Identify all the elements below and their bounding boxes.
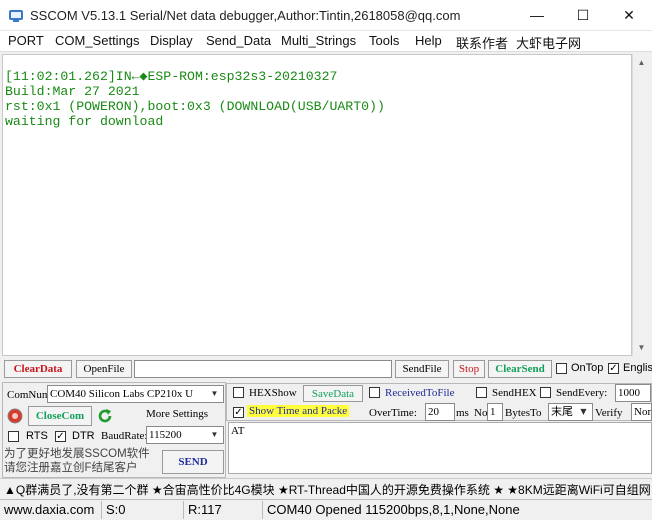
- ad-ticker[interactable]: ▲Q群满员了,没有第二个群 ★合宙高性价比4G模块 ★RT-Thread中国人的…: [0, 478, 652, 498]
- bytes-to-label: BytesTo: [505, 407, 542, 419]
- rts-label: RTS: [26, 430, 48, 442]
- verify-select[interactable]: None: [631, 403, 652, 421]
- com-port-value: COM40 Silicon Labs CP210x U: [50, 388, 194, 400]
- received-to-file-checkbox[interactable]: [369, 387, 380, 398]
- terminal-line: waiting for download: [5, 114, 164, 129]
- baudrate-label: BaudRate:: [101, 430, 148, 442]
- file-path-input[interactable]: [134, 360, 392, 378]
- dtr-checkbox[interactable]: ✓: [55, 431, 66, 442]
- english-label: English: [623, 362, 652, 374]
- stop-button[interactable]: Stop: [453, 360, 485, 378]
- menu-multi-strings[interactable]: Multi_Strings: [281, 33, 356, 48]
- verify-label: Verify: [595, 407, 623, 419]
- status-receive-count: R:117: [188, 502, 222, 517]
- scroll-down-icon[interactable]: ▼: [633, 339, 650, 356]
- chevron-down-icon: ▼: [210, 430, 219, 439]
- refresh-icon[interactable]: [96, 407, 114, 425]
- menu-com-settings[interactable]: COM_Settings: [55, 33, 140, 48]
- menu-display[interactable]: Display: [150, 33, 193, 48]
- maximize-icon: ☐: [576, 6, 590, 23]
- menu-send-data[interactable]: Send_Data: [206, 33, 271, 48]
- ontop-label: OnTop: [571, 362, 604, 374]
- terminal-line: Build:Mar 27 2021: [5, 84, 140, 99]
- menu-tools[interactable]: Tools: [369, 33, 399, 48]
- overtime-label: OverTime:: [369, 407, 417, 419]
- rts-checkbox[interactable]: [8, 431, 19, 442]
- close-button[interactable]: ✕: [606, 0, 652, 30]
- vertical-scrollbar[interactable]: ▲ ▼: [632, 54, 649, 356]
- menu-contact-author[interactable]: 联系作者: [456, 33, 508, 52]
- menu-bar: PORT COM_Settings Display Send_Data Mult…: [0, 31, 652, 52]
- baudrate-select[interactable]: 115200 ▼: [146, 426, 224, 444]
- status-site[interactable]: www.daxia.com: [4, 502, 94, 517]
- send-every-input[interactable]: 1000: [615, 384, 651, 402]
- scroll-up-icon[interactable]: ▲: [633, 54, 650, 71]
- comnum-label: ComNum: [7, 389, 51, 401]
- minimize-button[interactable]: —: [514, 0, 560, 30]
- file-toolbar: ClearData OpenFile SendFile Stop ClearSe…: [0, 357, 652, 381]
- title-bar: SSCOM V5.13.1 Serial/Net data debugger,A…: [0, 0, 652, 31]
- chevron-down-icon: ▼: [580, 407, 587, 416]
- more-settings-button[interactable]: More Settings: [146, 405, 224, 423]
- open-file-button[interactable]: OpenFile: [76, 360, 132, 378]
- receive-area[interactable]: [11:02:01.262]IN←◆ESP-ROM:esp32s3-202103…: [2, 54, 632, 356]
- end-value: 末尾: [551, 405, 573, 418]
- english-checkbox[interactable]: ✓: [608, 363, 619, 374]
- overtime-input[interactable]: 20: [425, 403, 455, 421]
- status-port-state: COM40 Opened 115200bps,8,1,None,None: [267, 502, 520, 517]
- clear-send-button[interactable]: ClearSend: [488, 360, 552, 378]
- ms-label: ms: [456, 407, 469, 419]
- ontop-checkbox[interactable]: [556, 363, 567, 374]
- save-data-button[interactable]: SaveData: [303, 385, 363, 402]
- promo-text[interactable]: 为了更好地发展SSCOM软件 请您注册嘉立创F结尾客户: [4, 447, 150, 477]
- maximize-button[interactable]: ☐: [560, 0, 606, 30]
- status-bar: www.daxia.com S:0 R:117 COM40 Opened 115…: [0, 499, 652, 520]
- status-divider: [262, 501, 263, 519]
- send-hex-label: SendHEX: [492, 387, 537, 399]
- dtr-label: DTR: [72, 430, 95, 442]
- status-divider: [183, 501, 184, 519]
- no-label: No: [474, 407, 488, 419]
- end-select[interactable]: 末尾 ▼: [548, 403, 593, 421]
- minimize-icon: —: [530, 7, 544, 23]
- send-file-button[interactable]: SendFile: [395, 360, 449, 378]
- show-time-label: Show Time and Packe: [247, 405, 350, 417]
- window-title: SSCOM V5.13.1 Serial/Net data debugger,A…: [30, 8, 461, 23]
- app-icon: [9, 10, 23, 22]
- status-send-count: S:0: [106, 502, 126, 517]
- terminal-line: [11:02:01.262]IN←◆ESP-ROM:esp32s3-202103…: [5, 69, 338, 84]
- com-port-select[interactable]: COM40 Silicon Labs CP210x U ▼: [47, 385, 224, 403]
- send-text-value: AT: [231, 425, 245, 437]
- terminal-line: rst:0x1 (POWERON),boot:0x3 (DOWNLOAD(USB…: [5, 99, 385, 114]
- hexshow-checkbox[interactable]: [233, 387, 244, 398]
- send-text-input[interactable]: AT: [228, 422, 652, 474]
- send-every-checkbox[interactable]: [540, 387, 551, 398]
- close-com-button[interactable]: CloseCom: [28, 406, 92, 426]
- close-icon: ✕: [623, 6, 635, 23]
- clear-data-button[interactable]: ClearData: [4, 360, 72, 378]
- send-every-label: SendEvery:: [556, 387, 608, 399]
- no-input[interactable]: 1: [487, 403, 503, 421]
- baudrate-value: 115200: [149, 429, 182, 441]
- menu-help[interactable]: Help: [415, 33, 442, 48]
- hexshow-label: HEXShow: [249, 387, 297, 399]
- send-hex-checkbox[interactable]: [476, 387, 487, 398]
- menu-port[interactable]: PORT: [8, 33, 44, 48]
- ticker-text: ▲Q群满员了,没有第二个群 ★合宙高性价比4G模块 ★RT-Thread中国人的…: [4, 483, 651, 497]
- port-status-icon: [7, 408, 23, 424]
- received-to-file-label: ReceivedToFile: [385, 387, 455, 399]
- show-time-checkbox[interactable]: ✓: [233, 407, 244, 418]
- status-divider: [101, 501, 102, 519]
- chevron-down-icon: ▼: [210, 389, 219, 398]
- menu-daxia-website[interactable]: 大虾电子网: [516, 33, 581, 52]
- send-button[interactable]: SEND: [162, 450, 224, 474]
